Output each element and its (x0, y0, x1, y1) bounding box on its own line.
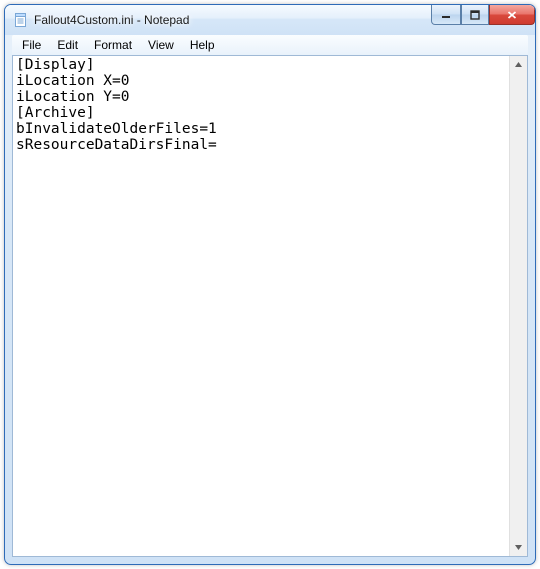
menu-help[interactable]: Help (182, 36, 223, 54)
chevron-down-icon (514, 543, 523, 552)
text-editor[interactable]: [Display] iLocation X=0 iLocation Y=0 [A… (13, 56, 510, 556)
menubar: File Edit Format View Help (12, 35, 528, 55)
menu-view[interactable]: View (140, 36, 182, 54)
editor-area: [Display] iLocation X=0 iLocation Y=0 [A… (12, 55, 528, 557)
menu-edit[interactable]: Edit (49, 36, 86, 54)
notepad-window: Fallout4Custom.ini - Notepad (4, 4, 536, 565)
close-button[interactable] (489, 5, 535, 25)
window-title: Fallout4Custom.ini - Notepad (34, 13, 189, 27)
menu-format[interactable]: Format (86, 36, 140, 54)
minimize-button[interactable] (431, 5, 461, 25)
titlebar[interactable]: Fallout4Custom.ini - Notepad (5, 5, 535, 35)
window-controls (431, 5, 535, 25)
close-icon (506, 10, 518, 20)
scroll-down-button[interactable] (510, 539, 527, 556)
menu-file[interactable]: File (14, 36, 49, 54)
scroll-up-button[interactable] (510, 56, 527, 73)
desktop: Fallout4Custom.ini - Notepad (0, 0, 540, 569)
vertical-scrollbar[interactable] (509, 56, 527, 556)
maximize-icon (470, 10, 480, 20)
notepad-icon (13, 12, 29, 28)
minimize-icon (441, 10, 451, 20)
scroll-track[interactable] (510, 73, 527, 539)
maximize-button[interactable] (461, 5, 489, 25)
chevron-up-icon (514, 60, 523, 69)
